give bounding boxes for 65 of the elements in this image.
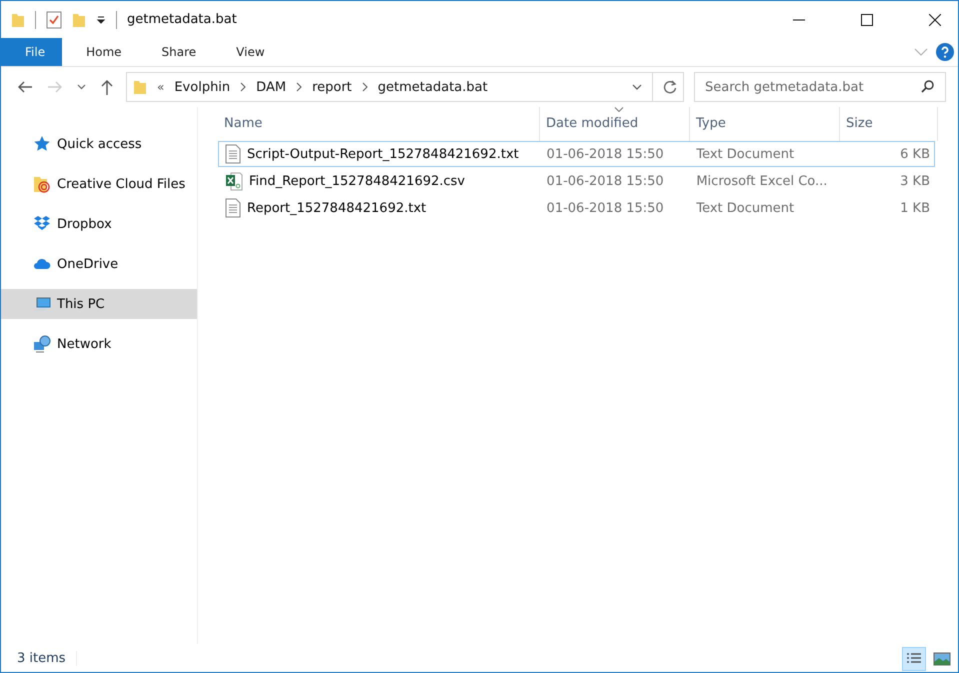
cloud-icon — [33, 257, 51, 271]
ribbon-tab[interactable]: Home — [70, 38, 138, 66]
details-view-button[interactable] — [902, 646, 926, 670]
column-header[interactable]: Size — [840, 107, 938, 141]
overflow-chevron[interactable]: « — [157, 80, 164, 94]
file-name: Report_1527848421692.txt — [247, 200, 426, 216]
search-icon — [921, 80, 934, 93]
breadcrumb-item[interactable]: Evolphin — [174, 80, 230, 94]
text-file-icon — [225, 144, 241, 164]
file-name: Find_Report_1527848421692.csv — [249, 174, 465, 188]
chevron-down-icon[interactable] — [632, 84, 642, 90]
column-header[interactable]: Type — [690, 107, 840, 141]
type-cell-text: Microsoft Excel Co... — [695, 174, 828, 188]
search-field[interactable]: Search getmetadata.bat — [694, 72, 946, 102]
breadcrumb-item[interactable]: DAM — [256, 80, 286, 94]
chevron-right-icon[interactable] — [296, 82, 302, 92]
sidebar-item[interactable]: OneDrive — [1, 249, 197, 279]
size-cell-text: 6 KB — [899, 146, 932, 162]
file-row[interactable]: Report_1527848421692.txt 01-06-2018 15:50 Text Document 1 KB — [218, 195, 935, 221]
ribbon-tab[interactable]: Share — [146, 38, 212, 66]
computer-icon — [33, 295, 51, 313]
column-header[interactable]: Date modified — [540, 107, 690, 141]
landscape-image-icon — [933, 650, 951, 666]
refresh-icon[interactable] — [663, 80, 677, 94]
star-icon — [33, 135, 51, 153]
file-row[interactable]: Script-Output-Report_1527848421692.txt 01-06-2018 15:50 Text Document 6 KB — [218, 141, 935, 167]
sidebar-item[interactable]: Quick access — [1, 129, 197, 159]
column-header[interactable]: Name — [218, 107, 540, 141]
close-icon[interactable] — [929, 14, 941, 26]
folder-icon — [33, 175, 51, 193]
help-icon[interactable] — [936, 43, 954, 61]
size-cell-text: 1 KB — [899, 200, 932, 216]
chevron-right-icon[interactable] — [240, 82, 246, 92]
date-cell-text: 01-06-2018 15:50 — [546, 146, 665, 162]
sidebar-item[interactable]: Creative Cloud Files — [1, 169, 197, 199]
window-title: getmetadata.bat — [127, 12, 237, 27]
maximize-icon[interactable] — [861, 14, 873, 26]
size-cell-text: 3 KB — [899, 174, 932, 188]
sidebar-item[interactable]: This PC — [1, 289, 197, 319]
breadcrumb-item[interactable]: report — [312, 80, 352, 94]
dropbox-icon — [33, 215, 51, 233]
date-cell-text: 01-06-2018 15:50 — [546, 200, 665, 216]
date-cell-text: 01-06-2018 15:50 — [546, 174, 665, 188]
chevron-right-icon[interactable] — [362, 82, 368, 92]
back-arrow-icon[interactable] — [17, 80, 33, 94]
address-bar[interactable]: « Evolphin DAM report getmetadata.bat — [126, 72, 684, 102]
up-arrow-icon[interactable] — [100, 79, 114, 95]
file-row[interactable]: Find_Report_1527848421692.csv 01-06-2018 15:50 Microsoft Excel Co... 3 KB — [218, 168, 935, 194]
text-file-icon — [225, 198, 241, 218]
spreadsheet-file-icon — [225, 171, 243, 191]
folder-icon — [133, 79, 147, 95]
ribbon-tab[interactable]: File — [1, 38, 62, 66]
file-name: Script-Output-Report_1527848421692.txt — [247, 146, 519, 162]
chevron-down-icon[interactable] — [77, 84, 86, 90]
breadcrumb-item[interactable]: getmetadata.bat — [378, 80, 488, 94]
sort-chevron-icon — [614, 107, 624, 112]
sidebar-item[interactable]: Dropbox — [1, 209, 197, 239]
network-icon — [33, 335, 51, 353]
type-cell-text: Text Document — [695, 146, 796, 162]
properties-icon[interactable] — [46, 10, 62, 28]
ribbon-tab[interactable]: View — [220, 38, 281, 66]
item-count: 3 items — [17, 651, 77, 666]
dropdown-icon[interactable] — [96, 14, 106, 24]
sidebar-item[interactable]: Network — [1, 329, 197, 359]
type-cell-text: Text Document — [695, 200, 796, 216]
